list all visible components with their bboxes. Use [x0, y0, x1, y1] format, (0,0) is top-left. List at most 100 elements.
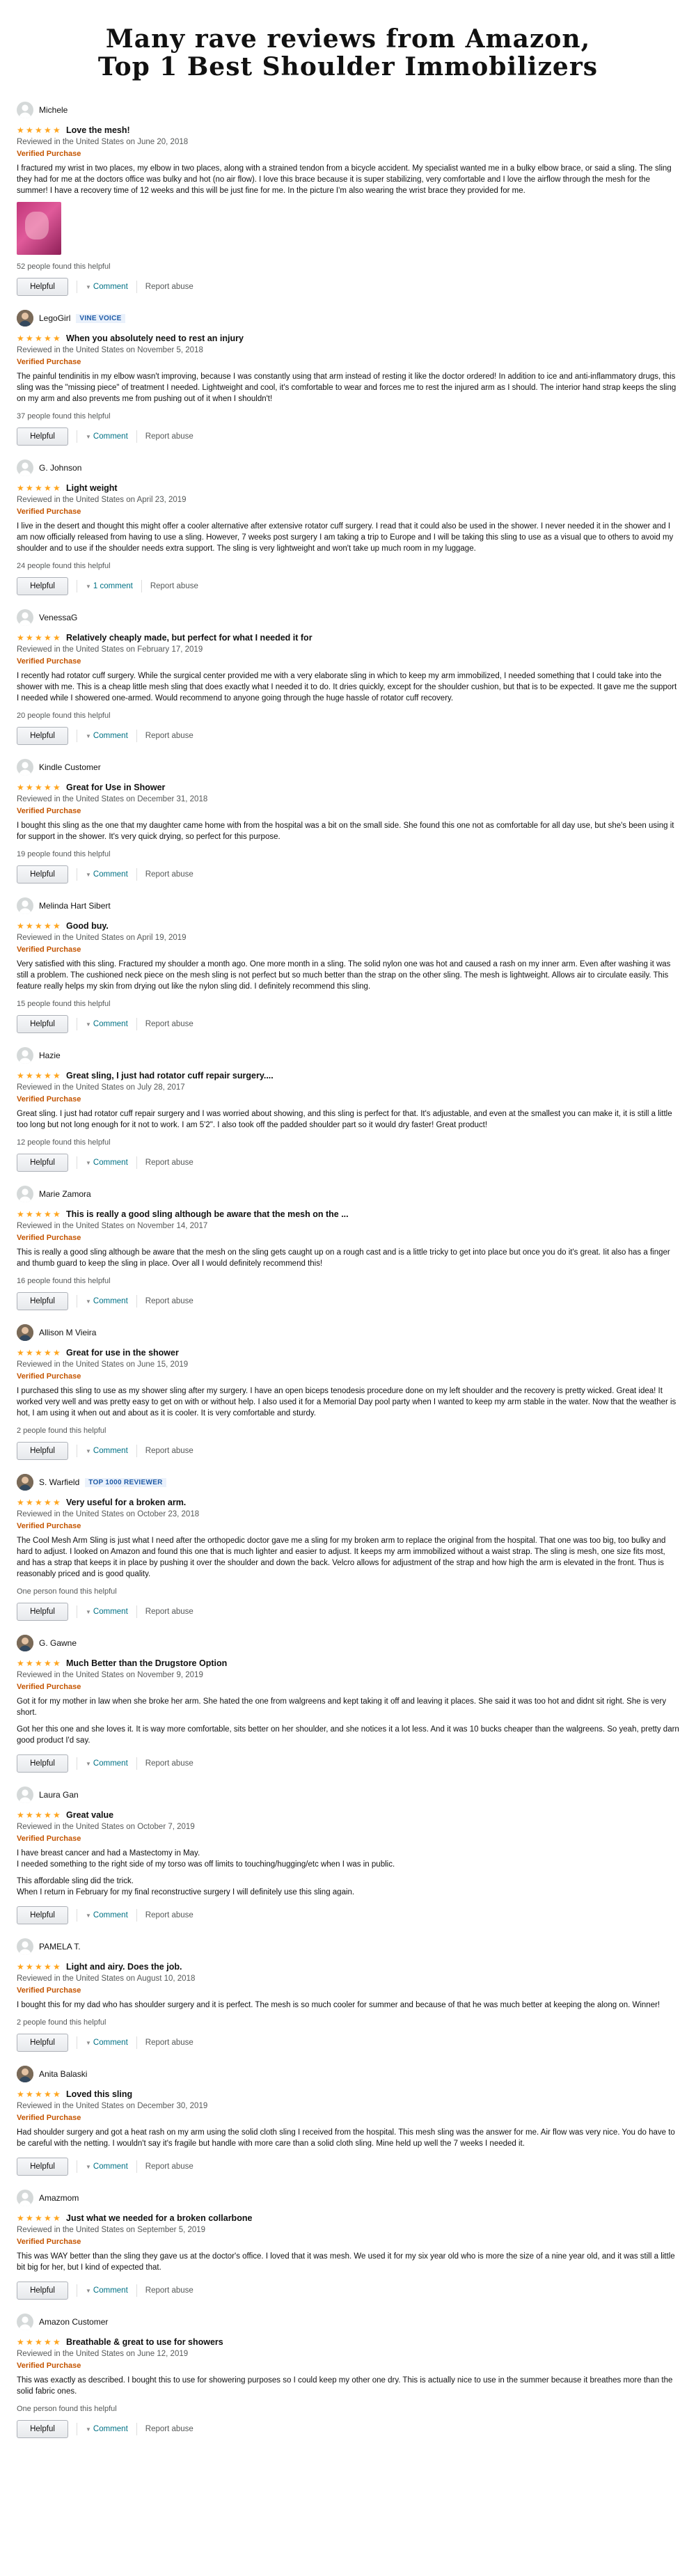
reviewer-name[interactable]: Kindle Customer — [39, 762, 101, 772]
avatar[interactable] — [17, 1047, 33, 1064]
reviewer-name[interactable]: Allison M Vieira — [39, 1328, 96, 1337]
reviewer-name[interactable]: Anita Balaski — [39, 2069, 87, 2079]
reviewer-name[interactable]: Amazon Customer — [39, 2317, 108, 2327]
comment-link[interactable]: ▼ Comment — [86, 1297, 128, 1305]
reviewer-name[interactable]: Hazie — [39, 1051, 61, 1060]
review-title[interactable]: Just what we needed for a broken collarb… — [66, 2213, 252, 2223]
star-rating[interactable]: ★ ★ ★ ★ ★ — [17, 634, 61, 642]
verified-purchase-badge[interactable]: Verified Purchase — [17, 2237, 679, 2247]
avatar[interactable] — [17, 2314, 33, 2330]
helpful-button[interactable]: Helpful — [17, 427, 68, 446]
reviewer-name[interactable]: Melinda Hart Sibert — [39, 901, 111, 911]
helpful-button[interactable]: Helpful — [17, 1603, 68, 1621]
star-rating[interactable]: ★ ★ ★ ★ ★ — [17, 2338, 61, 2346]
comment-link[interactable]: ▼ 1 comment — [86, 582, 133, 590]
star-rating[interactable]: ★ ★ ★ ★ ★ — [17, 1349, 61, 1357]
review-title[interactable]: Light weight — [66, 483, 118, 493]
avatar[interactable] — [17, 460, 33, 476]
comment-link[interactable]: ▼ Comment — [86, 870, 128, 879]
helpful-button[interactable]: Helpful — [17, 865, 68, 883]
review-title[interactable]: Light and airy. Does the job. — [66, 1962, 182, 1972]
review-title[interactable]: This is really a good sling although be … — [66, 1209, 349, 1219]
comment-link[interactable]: ▼ Comment — [86, 2039, 128, 2047]
review-title[interactable]: Loved this sling — [66, 2089, 132, 2099]
verified-purchase-badge[interactable]: Verified Purchase — [17, 1682, 679, 1693]
verified-purchase-badge[interactable]: Verified Purchase — [17, 1094, 679, 1105]
star-rating[interactable]: ★ ★ ★ ★ ★ — [17, 1659, 61, 1667]
reviewer-name[interactable]: Amazmom — [39, 2193, 79, 2203]
helpful-button[interactable]: Helpful — [17, 2420, 68, 2438]
helpful-button[interactable]: Helpful — [17, 1154, 68, 1172]
review-title[interactable]: Great value — [66, 1810, 113, 1820]
comment-link[interactable]: ▼ Comment — [86, 1447, 128, 1455]
report-abuse-link[interactable]: Report abuse — [145, 432, 193, 441]
avatar[interactable] — [17, 310, 33, 327]
verified-purchase-badge[interactable]: Verified Purchase — [17, 1372, 679, 1382]
reviewer-profile[interactable]: Hazie — [17, 1047, 679, 1064]
comment-link[interactable]: ▼ Comment — [86, 1020, 128, 1028]
avatar[interactable] — [17, 2190, 33, 2206]
verified-purchase-badge[interactable]: Verified Purchase — [17, 149, 679, 159]
reviewer-name[interactable]: VenessaG — [39, 613, 77, 622]
report-abuse-link[interactable]: Report abuse — [145, 1759, 193, 1768]
helpful-button[interactable]: Helpful — [17, 2034, 68, 2052]
reviewer-name[interactable]: PAMELA T. — [39, 1942, 81, 1951]
reviewer-profile[interactable]: G. Johnson — [17, 460, 679, 476]
verified-purchase-badge[interactable]: Verified Purchase — [17, 1986, 679, 1996]
comment-link[interactable]: ▼ Comment — [86, 283, 128, 291]
review-photo[interactable] — [17, 202, 61, 255]
reviewer-profile[interactable]: S. Warfield TOP 1000 REVIEWER — [17, 1474, 679, 1491]
report-abuse-link[interactable]: Report abuse — [145, 1911, 193, 1919]
helpful-button[interactable]: Helpful — [17, 2282, 68, 2300]
star-rating[interactable]: ★ ★ ★ ★ ★ — [17, 2214, 61, 2222]
verified-purchase-badge[interactable]: Verified Purchase — [17, 2361, 679, 2371]
report-abuse-link[interactable]: Report abuse — [145, 2425, 193, 2433]
review-title[interactable]: Great for use in the shower — [66, 1348, 179, 1358]
verified-purchase-badge[interactable]: Verified Purchase — [17, 507, 679, 517]
review-title[interactable]: Great for Use in Shower — [66, 783, 165, 792]
avatar[interactable] — [17, 897, 33, 914]
reviewer-profile[interactable]: Anita Balaski — [17, 2066, 679, 2082]
verified-purchase-badge[interactable]: Verified Purchase — [17, 1233, 679, 1243]
helpful-button[interactable]: Helpful — [17, 727, 68, 745]
reviewer-profile[interactable]: Allison M Vieira — [17, 1324, 679, 1341]
reviewer-profile[interactable]: VenessaG — [17, 609, 679, 626]
reviewer-name[interactable]: Michele — [39, 105, 68, 115]
verified-purchase-badge[interactable]: Verified Purchase — [17, 657, 679, 667]
reviewer-name[interactable]: Marie Zamora — [39, 1189, 91, 1199]
report-abuse-link[interactable]: Report abuse — [145, 732, 193, 740]
report-abuse-link[interactable]: Report abuse — [145, 1608, 193, 1616]
report-abuse-link[interactable]: Report abuse — [145, 1447, 193, 1455]
report-abuse-link[interactable]: Report abuse — [145, 283, 193, 291]
helpful-button[interactable]: Helpful — [17, 1015, 68, 1033]
helpful-button[interactable]: Helpful — [17, 1754, 68, 1773]
comment-link[interactable]: ▼ Comment — [86, 2162, 128, 2171]
review-title[interactable]: Relatively cheaply made, but perfect for… — [66, 633, 313, 643]
reviewer-profile[interactable]: Marie Zamora — [17, 1186, 679, 1202]
helpful-button[interactable]: Helpful — [17, 1292, 68, 1310]
helpful-button[interactable]: Helpful — [17, 2158, 68, 2176]
review-title[interactable]: Love the mesh! — [66, 125, 130, 135]
comment-link[interactable]: ▼ Comment — [86, 1911, 128, 1919]
star-rating[interactable]: ★ ★ ★ ★ ★ — [17, 126, 61, 134]
star-rating[interactable]: ★ ★ ★ ★ ★ — [17, 484, 61, 492]
reviewer-profile[interactable]: LegoGirl VINE VOICE — [17, 310, 679, 327]
verified-purchase-badge[interactable]: Verified Purchase — [17, 2113, 679, 2123]
comment-link[interactable]: ▼ Comment — [86, 432, 128, 441]
report-abuse-link[interactable]: Report abuse — [145, 1159, 193, 1167]
report-abuse-link[interactable]: Report abuse — [150, 582, 198, 590]
report-abuse-link[interactable]: Report abuse — [145, 870, 193, 879]
verified-purchase-badge[interactable]: Verified Purchase — [17, 806, 679, 817]
star-rating[interactable]: ★ ★ ★ ★ ★ — [17, 783, 61, 792]
reviewer-name[interactable]: G. Gawne — [39, 1638, 77, 1648]
comment-link[interactable]: ▼ Comment — [86, 732, 128, 740]
review-title[interactable]: Great sling, I just had rotator cuff rep… — [66, 1071, 274, 1081]
avatar[interactable] — [17, 1786, 33, 1803]
avatar[interactable] — [17, 609, 33, 626]
report-abuse-link[interactable]: Report abuse — [145, 2162, 193, 2171]
comment-link[interactable]: ▼ Comment — [86, 2286, 128, 2295]
star-rating[interactable]: ★ ★ ★ ★ ★ — [17, 1811, 61, 1819]
comment-link[interactable]: ▼ Comment — [86, 1759, 128, 1768]
review-title[interactable]: Much Better than the Drugstore Option — [66, 1658, 227, 1668]
avatar[interactable] — [17, 1635, 33, 1651]
